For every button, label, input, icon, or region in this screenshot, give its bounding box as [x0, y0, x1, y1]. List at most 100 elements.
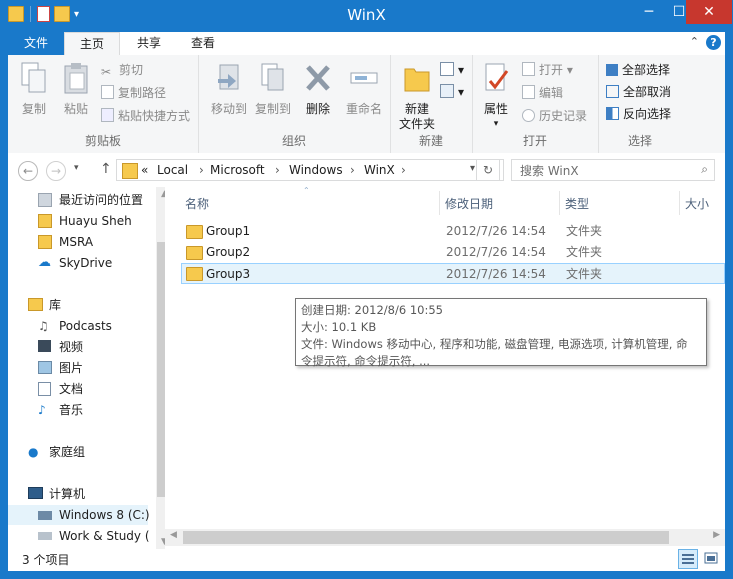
nav-item-drive-c[interactable]: Windows 8 (C:)	[8, 505, 150, 525]
scroll-right-arrow-icon[interactable]: ▶	[713, 530, 720, 540]
forward-arrow-icon: →	[50, 164, 62, 178]
details-view-button[interactable]	[678, 549, 698, 569]
tab-home[interactable]: 主页	[64, 32, 120, 55]
cut-button[interactable]: ✂ 剪切	[101, 60, 143, 80]
history-button[interactable]: 历史记录	[522, 106, 587, 126]
breadcrumb-windows[interactable]: Windows	[289, 162, 343, 178]
nav-item-documents[interactable]: 文档	[8, 379, 148, 399]
up-button[interactable]: ↑	[100, 161, 112, 177]
nav-item-label: Podcasts	[59, 319, 112, 333]
column-divider[interactable]	[679, 191, 680, 215]
nav-item-label: 视频	[59, 340, 84, 354]
refresh-button[interactable]: ↻	[476, 159, 500, 181]
nav-item-videos[interactable]: 视频	[8, 337, 148, 357]
recent-locations-dropdown-icon[interactable]: ▾	[74, 163, 79, 173]
nav-item-msra[interactable]: MSRA	[8, 232, 148, 252]
properties-button[interactable]: 属性 ▾	[474, 61, 518, 132]
nav-item-music[interactable]: ♪ 音乐	[8, 400, 148, 420]
column-divider[interactable]	[559, 191, 560, 215]
nav-item-pictures[interactable]: 图片	[8, 358, 148, 378]
nav-item-recent-places[interactable]: 最近访问的位置	[8, 190, 148, 210]
libraries-icon	[28, 298, 43, 311]
properties-check-icon	[485, 63, 509, 91]
move-to-label: 移动到	[210, 102, 247, 116]
nav-item-label: Windows 8 (C:)	[59, 508, 150, 522]
breadcrumb-separator-icon[interactable]: ›	[350, 162, 355, 178]
column-header-size[interactable]: 大小	[685, 193, 709, 215]
rename-button[interactable]: 重命名	[342, 61, 386, 117]
tab-file[interactable]: 文件	[8, 32, 64, 55]
file-row[interactable]: Group1 2012/7/26 14:54 文件夹	[181, 221, 725, 242]
title-bar[interactable]: ▾ WinX ─ ☐ ✕	[0, 0, 733, 32]
scroll-down-arrow-icon[interactable]: ▼	[156, 537, 165, 547]
horizontal-scroll-thumb[interactable]	[183, 531, 669, 544]
help-icon[interactable]: ?	[706, 35, 721, 50]
new-item-button[interactable]: ▾	[440, 60, 464, 80]
delete-button[interactable]: 删除	[296, 61, 340, 117]
address-dropdown-icon[interactable]: ▾	[470, 163, 475, 174]
copy-path-button[interactable]: 复制路径	[101, 83, 166, 103]
copy-to-label: 复制到	[254, 102, 291, 116]
minimize-button[interactable]: ─	[634, 0, 664, 24]
open-button[interactable]: 打开 ▾	[522, 60, 573, 80]
open-label: 打开	[539, 63, 564, 77]
new-group: 新建 文件夹 ▾ ▾ 新建	[390, 55, 473, 153]
paste-shortcut-button[interactable]: 粘贴快捷方式	[101, 106, 190, 126]
nav-item-podcasts[interactable]: ♫ Podcasts	[8, 316, 148, 336]
new-folder-button[interactable]: 新建 文件夹	[394, 61, 440, 132]
new-group-label: 新建	[418, 134, 443, 148]
scroll-left-arrow-icon[interactable]: ◀	[170, 530, 177, 540]
nav-item-computer[interactable]: 计算机	[8, 484, 148, 504]
copy-to-button[interactable]: 复制到	[250, 61, 296, 117]
nav-item-homegroup[interactable]: ● 家庭组	[8, 442, 148, 462]
pictures-icon	[38, 361, 52, 374]
invert-selection-button[interactable]: 反向选择	[606, 104, 671, 124]
forward-button[interactable]: →	[46, 161, 66, 181]
nav-item-skydrive[interactable]: ☁ SkyDrive	[8, 253, 148, 273]
breadcrumb-separator-icon[interactable]: ›	[401, 162, 406, 178]
computer-icon	[28, 487, 43, 499]
horizontal-scrollbar[interactable]: ◀ ▶	[165, 529, 725, 546]
properties-label: 属性	[483, 102, 508, 116]
large-icons-view-button[interactable]	[702, 549, 722, 569]
address-overflow[interactable]: «	[141, 162, 148, 178]
navigation-pane[interactable]: 最近访问的位置 Huayu Sheh MSRA ☁ SkyDrive 库 ♫ Pod…	[8, 187, 165, 549]
select-none-button[interactable]: 全部取消	[606, 82, 671, 102]
nav-item-libraries[interactable]: 库	[8, 295, 148, 315]
easy-access-button[interactable]: ▾	[440, 82, 464, 102]
file-row-hovered[interactable]: Group3 2012/7/26 14:54 文件夹	[181, 263, 725, 284]
window-title: WinX	[347, 6, 386, 24]
address-bar[interactable]: « Local › Microsoft › Windows › WinX › ▾	[116, 159, 504, 181]
close-button[interactable]: ✕	[686, 0, 732, 24]
file-row[interactable]: Group2 2012/7/26 14:54 文件夹	[181, 242, 725, 263]
breadcrumb-separator-icon[interactable]: ›	[199, 162, 204, 178]
scroll-up-arrow-icon[interactable]: ▲	[156, 189, 165, 199]
column-header-name[interactable]: 名称	[185, 193, 209, 215]
column-divider[interactable]	[439, 191, 440, 215]
breadcrumb-local[interactable]: Local	[157, 162, 188, 178]
tab-share[interactable]: 共享	[124, 32, 174, 55]
column-header-type[interactable]: 类型	[565, 193, 589, 215]
tab-view[interactable]: 查看	[178, 32, 228, 55]
select-none-icon	[606, 85, 619, 98]
edit-button[interactable]: 编辑	[522, 83, 563, 103]
nav-item-huayu-sheh[interactable]: Huayu Sheh	[8, 211, 148, 231]
back-button[interactable]: ←	[18, 161, 38, 181]
nav-scroll-thumb[interactable]	[157, 242, 165, 497]
open-icon	[522, 62, 535, 76]
move-to-button[interactable]: 移动到	[206, 61, 252, 117]
chevron-up-icon[interactable]: ⌃	[690, 35, 699, 48]
search-input[interactable]: 搜索 WinX	[520, 162, 579, 179]
copy-button[interactable]: 复制	[12, 61, 56, 117]
select-all-button[interactable]: 全部选择	[606, 60, 670, 80]
search-box[interactable]: 搜索 WinX ⌕	[511, 159, 715, 181]
breadcrumb-separator-icon[interactable]: ›	[275, 162, 280, 178]
nav-vertical-scrollbar[interactable]: ▲ ▼	[156, 187, 165, 549]
breadcrumb-microsoft[interactable]: Microsoft	[210, 162, 265, 178]
properties-dropdown-icon[interactable]: ▾	[474, 117, 518, 132]
breadcrumb-winx[interactable]: WinX	[364, 162, 395, 178]
paste-button[interactable]: 粘贴	[54, 61, 98, 117]
nav-item-work-study[interactable]: Work & Study (	[8, 526, 150, 546]
search-icon: ⌕	[701, 162, 708, 176]
column-header-date[interactable]: 修改日期	[445, 193, 493, 215]
